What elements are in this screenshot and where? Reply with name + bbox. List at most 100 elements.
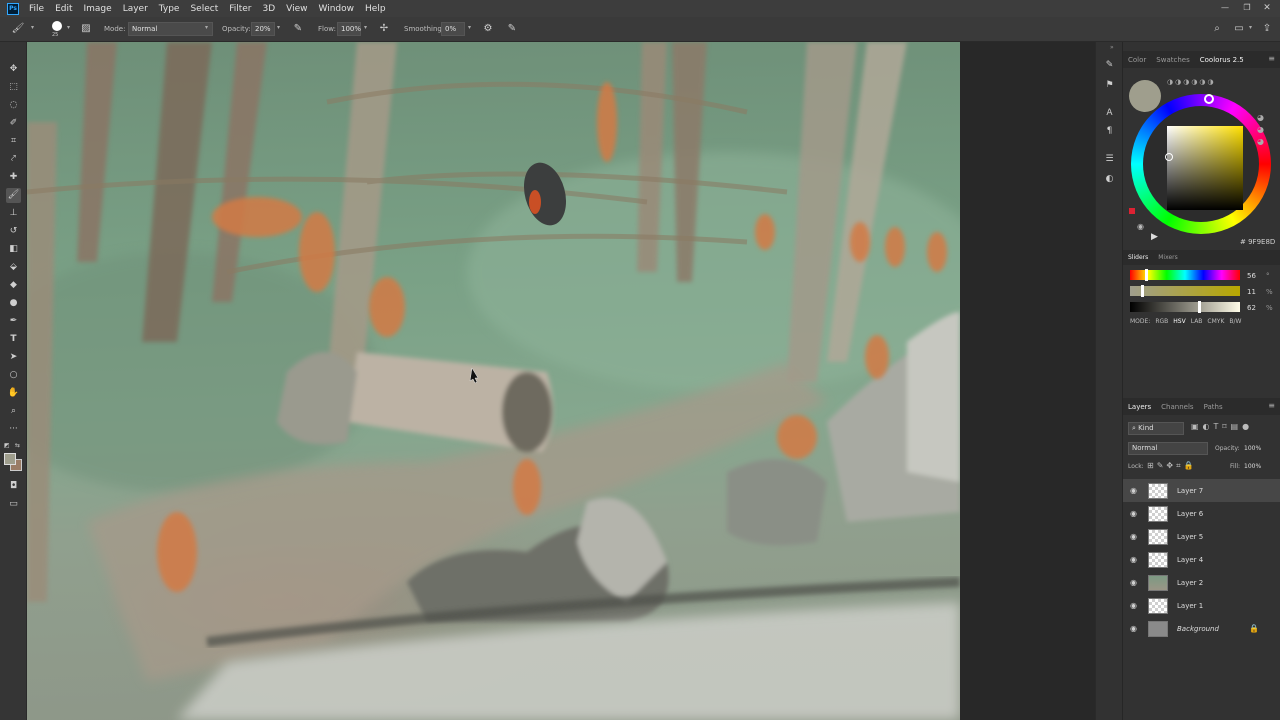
- layer-row-layer-4[interactable]: ◉ Layer 4: [1123, 548, 1280, 571]
- layer-filter-icons[interactable]: ▣◐T⌑▤●: [1191, 422, 1253, 431]
- saturation-value[interactable]: 11: [1247, 288, 1256, 296]
- mode-lab[interactable]: LAB: [1191, 318, 1203, 325]
- tab-sliders[interactable]: Sliders: [1123, 254, 1153, 261]
- menu-edit[interactable]: Edit: [55, 4, 72, 14]
- smoothing-input[interactable]: 0%: [441, 22, 465, 36]
- quick-mask-icon[interactable]: ◘: [6, 479, 21, 494]
- eyedropper-tool-icon[interactable]: ⤤: [6, 152, 21, 167]
- tab-coolorus[interactable]: Coolorus 2.5: [1195, 56, 1249, 64]
- mode-caret-icon[interactable]: ▾: [205, 24, 208, 31]
- rgb-mini-icon[interactable]: [1129, 208, 1135, 214]
- layer-row-layer-6[interactable]: ◉ Layer 6: [1123, 502, 1280, 525]
- lasso-tool-icon[interactable]: ◌: [6, 98, 21, 113]
- restore-icon[interactable]: ❐: [1240, 1, 1254, 15]
- mode-cmyk[interactable]: CMYK: [1207, 318, 1224, 325]
- eraser-tool-icon[interactable]: ◧: [6, 242, 21, 257]
- fill-input[interactable]: 100%: [1244, 463, 1261, 470]
- swap-colors-icon[interactable]: ⇆: [15, 442, 20, 449]
- visibility-eye-icon[interactable]: ◉: [1130, 486, 1140, 495]
- brush-tool-selected-icon[interactable]: 🖌: [6, 188, 21, 203]
- path-selection-tool-icon[interactable]: ➤: [6, 350, 21, 365]
- layer-row-layer-2[interactable]: ◉ Layer 2: [1123, 571, 1280, 594]
- menu-3d[interactable]: 3D: [263, 4, 276, 14]
- visibility-eye-icon[interactable]: ◉: [1130, 624, 1140, 633]
- harmony-presets-icon[interactable]: ◕ ◕ ◕: [1257, 112, 1264, 148]
- brush-preset-caret-icon[interactable]: ▾: [67, 24, 70, 31]
- marquee-tool-icon[interactable]: ⬚: [6, 80, 21, 95]
- tab-channels[interactable]: Channels: [1156, 403, 1198, 411]
- opacity-input[interactable]: 20%: [251, 22, 275, 36]
- more-tools-icon[interactable]: ···: [6, 422, 21, 437]
- share-icon[interactable]: ⇪: [1260, 22, 1274, 36]
- visibility-eye-icon[interactable]: ◉: [1130, 578, 1140, 587]
- menu-select[interactable]: Select: [190, 4, 218, 14]
- tab-paths[interactable]: Paths: [1199, 403, 1228, 411]
- menu-help[interactable]: Help: [365, 4, 386, 14]
- brightness-value[interactable]: 62: [1247, 304, 1256, 312]
- close-icon[interactable]: ✕: [1260, 1, 1274, 15]
- paint-bucket-tool-icon[interactable]: ⬙: [6, 260, 21, 275]
- character-panel-icon[interactable]: A: [1102, 106, 1117, 121]
- pen-tool-icon[interactable]: ✒: [6, 314, 21, 329]
- visibility-eye-icon[interactable]: ◉: [1130, 555, 1140, 564]
- lock-icon[interactable]: 🔒: [1249, 624, 1259, 633]
- default-colors-icon[interactable]: ◩: [4, 442, 10, 449]
- pressure-size-icon[interactable]: ✎: [505, 22, 519, 36]
- crop-tool-icon[interactable]: ⌗: [6, 134, 21, 149]
- play-icon[interactable]: ▶: [1151, 232, 1158, 242]
- history-brush-panel-icon[interactable]: ✎: [1102, 58, 1117, 73]
- dodge-tool-icon[interactable]: ●: [6, 296, 21, 311]
- zoom-tool-icon[interactable]: ⌕: [6, 404, 21, 419]
- search-icon[interactable]: ⌕: [1210, 22, 1224, 36]
- paragraph-panel-icon[interactable]: ¶: [1102, 124, 1117, 139]
- flow-input[interactable]: 100%: [337, 22, 361, 36]
- color-picker-handle-icon[interactable]: [1165, 153, 1173, 161]
- airbrush-icon[interactable]: ✢: [377, 22, 391, 36]
- minimize-icon[interactable]: —: [1218, 1, 1232, 15]
- layer-row-background[interactable]: ◉ Background 🔒: [1123, 617, 1280, 640]
- smoothing-settings-gear-icon[interactable]: ⚙: [481, 22, 495, 36]
- wheel-settings-icon[interactable]: ◉: [1137, 222, 1144, 231]
- tab-mixers[interactable]: Mixers: [1153, 254, 1183, 261]
- hue-handle-icon[interactable]: [1204, 94, 1214, 104]
- clone-stamp-tool-icon[interactable]: ⊥: [6, 206, 21, 221]
- history-brush-tool-icon[interactable]: ↺: [6, 224, 21, 239]
- tab-color[interactable]: Color: [1123, 56, 1151, 64]
- menu-view[interactable]: View: [286, 4, 307, 14]
- brush-preset-dot-icon[interactable]: [52, 21, 62, 31]
- layers-menu-icon[interactable]: ≡: [1268, 401, 1275, 410]
- brush-tool-icon[interactable]: 🖌: [11, 22, 25, 36]
- blur-tool-icon[interactable]: ◆: [6, 278, 21, 293]
- healing-brush-tool-icon[interactable]: ✚: [6, 170, 21, 185]
- saturation-value-square[interactable]: [1167, 126, 1243, 210]
- mode-rgb[interactable]: RGB: [1155, 318, 1168, 325]
- hue-slider-handle[interactable]: [1145, 269, 1148, 281]
- mode-hsv[interactable]: HSV: [1173, 318, 1185, 325]
- foreground-color-swatch[interactable]: [4, 453, 16, 465]
- properties-panel-icon[interactable]: ☰: [1102, 152, 1117, 167]
- saturation-slider[interactable]: [1130, 286, 1240, 296]
- brightness-slider[interactable]: [1130, 302, 1240, 312]
- brightness-slider-handle[interactable]: [1198, 301, 1201, 313]
- document-canvas[interactable]: [27, 42, 960, 720]
- menu-filter[interactable]: Filter: [229, 4, 251, 14]
- tab-swatches[interactable]: Swatches: [1151, 56, 1194, 64]
- brush-settings-icon[interactable]: ▨: [79, 22, 93, 36]
- visibility-eye-icon[interactable]: ◉: [1130, 601, 1140, 610]
- hue-value[interactable]: 56: [1247, 272, 1256, 280]
- workspace-icon[interactable]: ▭: [1232, 22, 1246, 36]
- menu-file[interactable]: File: [29, 4, 44, 14]
- hand-tool-icon[interactable]: ✋: [6, 386, 21, 401]
- layer-row-layer-1[interactable]: ◉ Layer 1: [1123, 594, 1280, 617]
- type-tool-icon[interactable]: T: [6, 332, 21, 347]
- tool-preset-caret-icon[interactable]: ▾: [31, 24, 34, 31]
- saturation-slider-handle[interactable]: [1141, 285, 1144, 297]
- color-wheel[interactable]: [1131, 94, 1271, 240]
- menu-window[interactable]: Window: [319, 4, 355, 14]
- ellipse-tool-icon[interactable]: ○: [6, 368, 21, 383]
- collapse-arrows-icon[interactable]: »: [1110, 44, 1114, 51]
- mode-select[interactable]: Normal: [128, 22, 213, 36]
- menu-type[interactable]: Type: [159, 4, 180, 14]
- mode-bw[interactable]: B/W: [1229, 318, 1241, 325]
- workspace-caret-icon[interactable]: ▾: [1249, 24, 1252, 31]
